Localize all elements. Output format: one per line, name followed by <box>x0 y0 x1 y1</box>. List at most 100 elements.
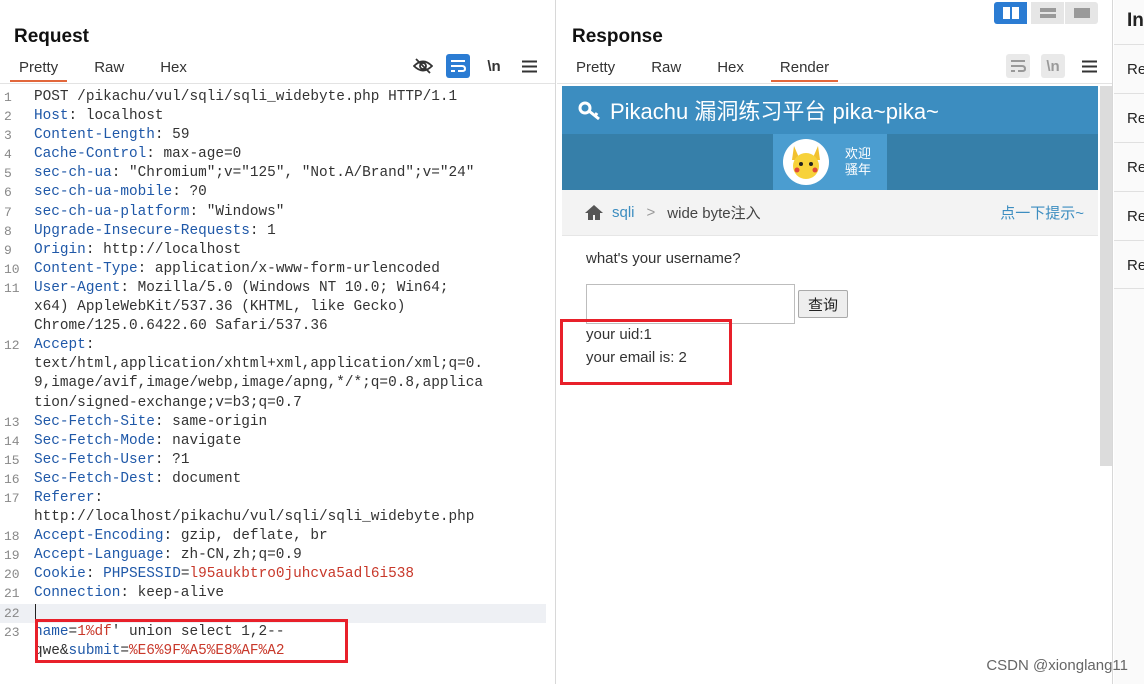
line-number: 20 <box>4 567 20 583</box>
result-highlight-box <box>560 319 732 385</box>
layout-split-icon[interactable] <box>994 2 1027 24</box>
line-text: sec-ch-ua: "Chromium";v="125", "Not.A/Br… <box>34 164 546 183</box>
wrap-icon[interactable] <box>446 54 470 78</box>
line-number: 23 <box>4 624 20 640</box>
response-tab-render[interactable]: Render <box>770 58 839 82</box>
inspector-row[interactable]: Re <box>1114 191 1144 240</box>
inspector-row[interactable]: Re <box>1114 44 1144 93</box>
code-line[interactable]: 4 Cache-Control: max-age=0 <box>0 145 546 164</box>
inspector-row[interactable]: Re <box>1114 93 1144 142</box>
response-scrollbar[interactable] <box>1100 86 1112 466</box>
code-line[interactable]: http://localhost/pikachu/vul/sqli/sqli_w… <box>0 508 546 527</box>
breadcrumb-sqli[interactable]: sqli <box>612 204 635 221</box>
home-icon[interactable] <box>584 204 604 221</box>
inspector-row[interactable]: Re <box>1114 142 1144 191</box>
pikachu-header: Pikachu 漏洞练习平台 pika~pika~ <box>562 86 1098 134</box>
code-line[interactable]: Chrome/125.0.6422.60 Safari/537.36 <box>0 317 546 336</box>
line-number <box>0 374 34 393</box>
menu-icon[interactable] <box>1077 54 1101 78</box>
hint-link[interactable]: 点一下提示~ <box>1000 202 1084 223</box>
header-key: PHPSESSID <box>103 566 181 583</box>
line-number: 5 <box>4 166 12 182</box>
header-key: Sec-Fetch-Mode <box>34 432 155 449</box>
text-segment: text/html,application/xhtml+xml,applicat… <box>34 356 484 373</box>
code-line[interactable]: 1 POST /pikachu/vul/sqli/sqli_widebyte.ph… <box>0 88 546 107</box>
code-line[interactable]: 12 Accept: <box>0 336 546 355</box>
code-line[interactable]: 19 Accept-Language: zh-CN,zh;q=0.9 <box>0 546 546 565</box>
code-line[interactable]: 11 User-Agent: Mozilla/5.0 (Windows NT 10… <box>0 279 546 298</box>
code-line[interactable]: text/html,application/xhtml+xml,applicat… <box>0 355 546 374</box>
layout-single-icon[interactable] <box>1065 2 1098 24</box>
username-question: what's your username? <box>586 250 741 267</box>
wrap-icon[interactable] <box>1006 54 1030 78</box>
username-input[interactable] <box>586 284 795 324</box>
breadcrumb-separator: > <box>646 204 656 221</box>
menu-icon[interactable] <box>517 54 541 78</box>
code-line[interactable]: 2 Host: localhost <box>0 107 546 126</box>
code-line[interactable]: tion/signed-exchange;v=b3;q=0.7 <box>0 394 546 413</box>
line-text: Sec-Fetch-Dest: document <box>34 470 546 489</box>
text-segment: : 59 <box>154 127 190 144</box>
code-line[interactable]: 16 Sec-Fetch-Dest: document <box>0 470 546 489</box>
code-line[interactable]: 13 Sec-Fetch-Site: same-origin <box>0 413 546 432</box>
request-tab-hex[interactable]: Hex <box>151 58 196 82</box>
text-segment: : http://localhost <box>85 241 242 258</box>
code-line[interactable]: 6 sec-ch-ua-mobile: ?0 <box>0 183 546 202</box>
request-pane: Request Pretty Raw Hex \n 1 POST /pikachu… <box>0 0 556 684</box>
line-text: User-Agent: Mozilla/5.0 (Windows NT 10.0… <box>34 279 546 298</box>
code-line[interactable]: 17 Referer: <box>0 489 546 508</box>
newline-icon[interactable]: \n <box>482 54 506 78</box>
newline-icon[interactable]: \n <box>1041 54 1065 78</box>
text-segment: : same-origin <box>154 413 268 430</box>
query-button[interactable]: 查询 <box>798 290 848 318</box>
code-line[interactable]: 9 Origin: http://localhost <box>0 241 546 260</box>
line-text: Accept-Language: zh-CN,zh;q=0.9 <box>34 546 546 565</box>
code-line[interactable]: 10 Content-Type: application/x-www-form-u… <box>0 260 546 279</box>
inspector-row[interactable]: Re <box>1114 240 1144 289</box>
line-text: 9,image/avif,image/webp,image/apng,*/*;q… <box>34 374 546 393</box>
line-text: Connection: keep-alive <box>34 584 546 603</box>
layout-stacked-icon[interactable] <box>1031 2 1064 24</box>
response-tab-divider <box>557 83 1112 84</box>
line-number <box>0 508 34 527</box>
request-editor[interactable]: 1 POST /pikachu/vul/sqli/sqli_widebyte.ph… <box>0 88 546 661</box>
eye-slash-icon[interactable] <box>411 54 435 78</box>
text-segment: : <box>85 337 95 354</box>
code-line[interactable]: 8 Upgrade-Insecure-Requests: 1 <box>0 222 546 241</box>
line-number: 13 <box>4 414 20 430</box>
request-tab-raw[interactable]: Raw <box>85 58 133 82</box>
request-tabs: Pretty Raw Hex <box>10 58 214 82</box>
line-number: 14 <box>4 433 20 449</box>
line-number: 16 <box>4 471 20 487</box>
response-tab-raw[interactable]: Raw <box>642 58 690 82</box>
response-tab-pretty[interactable]: Pretty <box>567 58 624 82</box>
code-line[interactable]: 15 Sec-Fetch-User: ?1 <box>0 451 546 470</box>
code-line[interactable]: 9,image/avif,image/webp,image/apng,*/*;q… <box>0 374 546 393</box>
header-key: User-Agent <box>34 279 121 296</box>
response-pane: Response Pretty Raw Hex Render \n Pikach… <box>557 0 1113 684</box>
code-line[interactable]: 5 sec-ch-ua: "Chromium";v="125", "Not.A/B… <box>0 164 546 183</box>
line-text: Accept-Encoding: gzip, deflate, br <box>34 527 546 546</box>
welcome-line-1: 欢迎 <box>845 146 872 161</box>
code-line[interactable]: 3 Content-Length: 59 <box>0 126 546 145</box>
header-key: Accept-Encoding <box>34 528 164 545</box>
welcome-line-2: 骚年 <box>845 162 872 177</box>
text-segment: : gzip, deflate, br <box>163 528 328 545</box>
line-text: Cookie: PHPSESSID=l95aukbtro0juhcva5adl6… <box>34 565 546 584</box>
text-segment: POST /pikachu/vul/sqli/sqli_widebyte.php… <box>34 89 458 105</box>
code-line[interactable]: 14 Sec-Fetch-Mode: navigate <box>0 432 546 451</box>
line-text: Referer: <box>34 489 546 508</box>
code-line[interactable]: 20 Cookie: PHPSESSID=l95aukbtro0juhcva5ad… <box>0 565 546 584</box>
welcome-box[interactable]: 欢迎 骚年 <box>773 134 887 190</box>
line-text: Accept: <box>34 336 546 355</box>
code-line[interactable]: 7 sec-ch-ua-platform: "Windows" <box>0 203 546 222</box>
request-tab-pretty[interactable]: Pretty <box>10 58 68 82</box>
header-key: Host <box>34 108 69 125</box>
response-tab-hex[interactable]: Hex <box>708 58 753 82</box>
code-line[interactable]: 21 Connection: keep-alive <box>0 584 546 603</box>
code-line[interactable]: x64) AppleWebKit/537.36 (KHTML, like Gec… <box>0 298 546 317</box>
line-number: 6 <box>4 185 12 201</box>
header-key: Referer <box>34 489 95 506</box>
code-line[interactable]: 18 Accept-Encoding: gzip, deflate, br <box>0 527 546 546</box>
header-key: Content-Length <box>34 127 155 144</box>
